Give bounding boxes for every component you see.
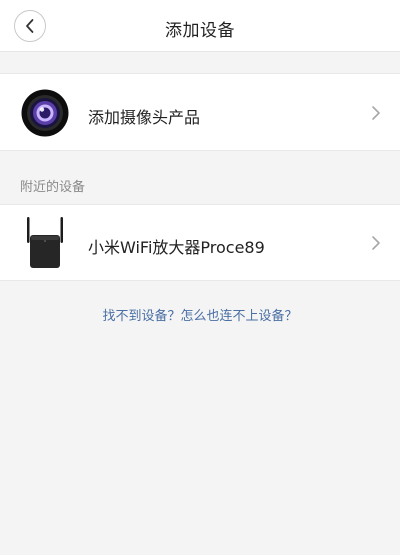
nearby-device-row[interactable]: 小米WiFi放大器Proce89 [0,204,400,281]
chevron-right-icon [372,106,380,120]
add-device-screen: 添加设备 添加摄像头产品 附近的设备 小米WiFi放大器Proce89 找不到设… [0,0,400,555]
add-camera-row[interactable]: 添加摄像头产品 [0,73,400,151]
chevron-right-icon [372,236,380,250]
add-camera-label: 添加摄像头产品 [88,108,201,127]
cannot-find-device-link[interactable]: 找不到设备？怎么也连不上设备？ [0,305,400,324]
device-name-label: 小米WiFi放大器Proce89 [88,238,265,257]
nearby-devices-heading: 附近的设备 [20,180,86,195]
page-title: 添加设备 [165,21,235,41]
top-bar: 添加设备 [0,0,400,52]
camera-lens-icon [21,89,69,137]
wifi-extender-icon [27,217,63,268]
